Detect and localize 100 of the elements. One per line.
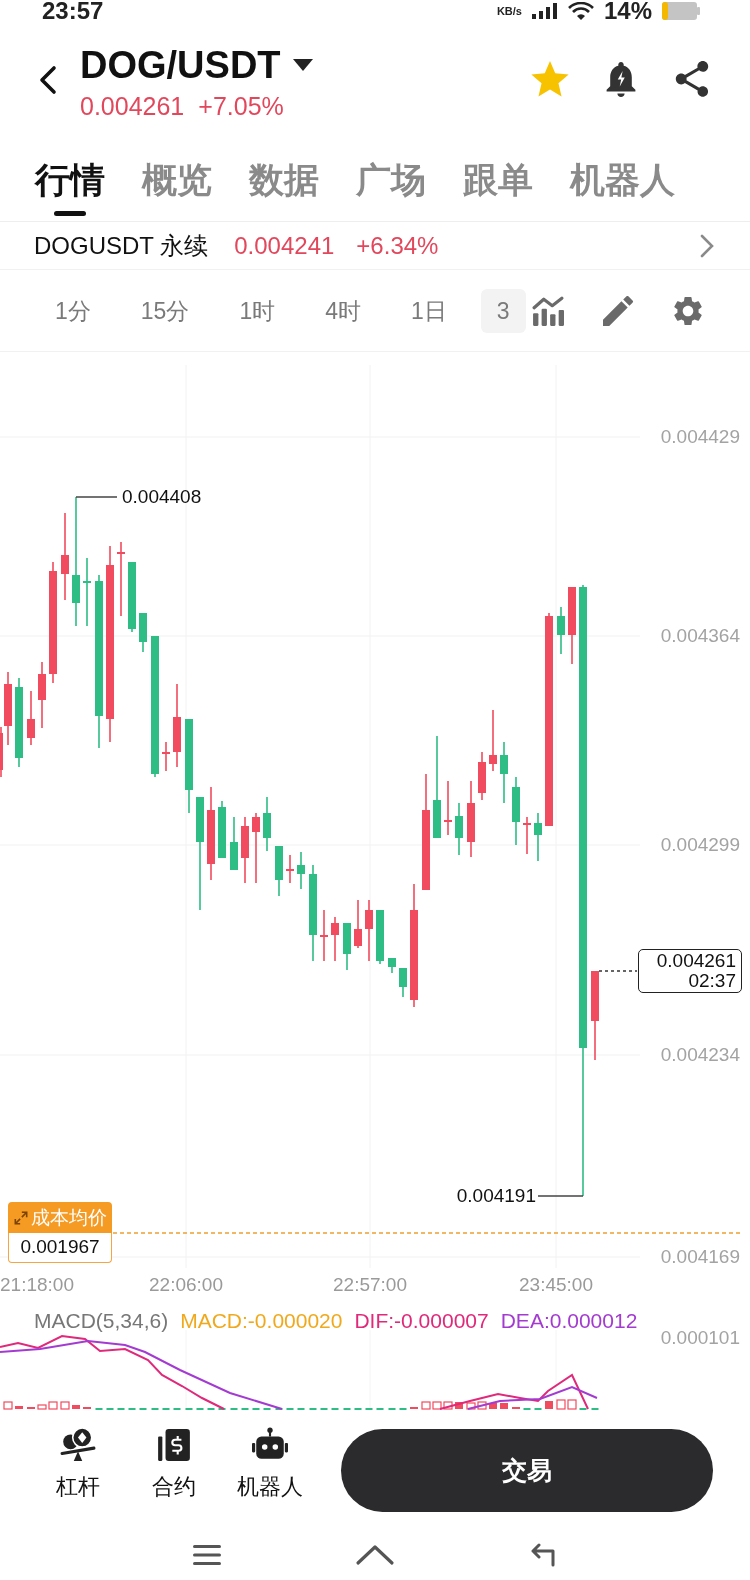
candlestick [388, 957, 396, 974]
candlestick [38, 661, 46, 729]
price-axis-label: 0.004234 [660, 1044, 740, 1066]
macd-histogram-bar [500, 1403, 508, 1409]
pair-title[interactable]: DOG/USDT [80, 43, 281, 87]
time-axis-label: 22:06:00 [149, 1274, 223, 1296]
candlestick [354, 899, 362, 949]
candlestick [263, 796, 271, 852]
tab[interactable]: 广场 [356, 158, 426, 216]
candlestick [230, 816, 238, 871]
candlestick [512, 776, 520, 846]
candlestick [489, 709, 497, 772]
seesaw-coin-icon[interactable] [60, 1427, 96, 1463]
macd-histogram-bar [455, 1402, 463, 1409]
interval-tab[interactable]: 4时 [309, 288, 377, 333]
wifi-icon [567, 2, 594, 20]
candlestick [500, 741, 508, 804]
candlestick [27, 690, 35, 746]
dollar-card-icon[interactable] [156, 1427, 192, 1463]
macd-scale-label: 0.000101 [660, 1327, 740, 1349]
price-change: +7.05% [198, 91, 284, 121]
macd-value: MACD:-0.000020 [180, 1309, 343, 1333]
nav-button[interactable]: 合约 [131, 1427, 217, 1500]
battery-icon [662, 2, 700, 20]
candlestick [320, 909, 328, 962]
macd-title: MACD(5,34,6) [34, 1309, 169, 1333]
tab[interactable]: 行情 [35, 158, 105, 216]
trade-button[interactable]: 交易 [341, 1429, 713, 1512]
candlestick [252, 812, 260, 884]
interval-tab[interactable]: 3 [480, 288, 526, 333]
home-chevron-icon[interactable] [355, 1543, 395, 1567]
perpetual-change: +6.34% [356, 230, 439, 261]
candlestick [478, 751, 486, 801]
cost-average-value: 0.001967 [8, 1233, 112, 1263]
interval-tab[interactable]: 15分 [124, 288, 206, 333]
macd-histogram-bar [545, 1401, 553, 1409]
macd-histogram-bar [72, 1405, 80, 1409]
candlestick [218, 800, 226, 859]
tab[interactable]: 机器人 [570, 158, 675, 216]
low-leader-line [537, 1195, 584, 1197]
settings-icon[interactable] [672, 295, 704, 326]
macd-value: DEA:0.000012 [500, 1309, 638, 1333]
tab[interactable]: 数据 [249, 158, 319, 216]
candlestick [275, 845, 283, 897]
signal-icon [531, 3, 558, 19]
candlestick [534, 812, 542, 862]
macd-histogram-bar [15, 1406, 23, 1409]
high-leader-line [75, 496, 118, 498]
price-axis-label: 0.004169 [660, 1246, 740, 1268]
back-icon[interactable] [38, 65, 58, 95]
price-axis-label: 0.004364 [660, 625, 740, 647]
cost-average-label: 成本均价 [30, 1206, 107, 1229]
candlestick [297, 851, 305, 890]
perpetual-name[interactable]: DOGUSDT 永续 [34, 230, 209, 261]
caret-down-icon[interactable] [292, 59, 313, 71]
interval-tab[interactable]: 1分 [39, 288, 107, 333]
tab[interactable]: 跟单 [463, 158, 533, 216]
candlestick [286, 854, 294, 884]
candlestick [399, 967, 407, 998]
candlestick [376, 909, 384, 965]
candlestick [455, 802, 463, 856]
chart-indicator-icon[interactable] [532, 295, 564, 326]
star-icon[interactable] [531, 61, 569, 97]
candlestick [128, 561, 136, 633]
high-price-label: 0.004408 [122, 486, 202, 508]
network-speed-unit: KB/s [496, 5, 522, 17]
tab[interactable]: 概览 [142, 158, 212, 216]
interval-tab[interactable]: 1日 [395, 288, 463, 333]
price-axis-label: 0.004299 [660, 834, 740, 856]
expand-icon[interactable] [13, 1210, 28, 1225]
candlestick [241, 816, 249, 884]
candlestick [343, 922, 351, 971]
candlestick [365, 899, 373, 962]
candlestick [83, 557, 91, 627]
last-price: 0.004261 [80, 91, 185, 121]
candlestick [139, 612, 147, 653]
candlestick [444, 780, 452, 836]
last-price-line [598, 970, 638, 972]
macd-histogram-bar [489, 1403, 497, 1409]
tag-price: 0.004261 [656, 951, 736, 971]
battery-percent: 14% [603, 0, 652, 22]
price-axis-label: 0.004429 [660, 426, 740, 448]
macd-value: DIF:-0.000007 [354, 1309, 489, 1333]
candlestick [162, 741, 170, 772]
candle-countdown: 02:37 [688, 971, 736, 991]
time-axis-label: 21:18:00 [0, 1274, 74, 1296]
chevron-right-icon[interactable] [700, 233, 714, 258]
share-icon[interactable] [673, 61, 711, 97]
candlestick [557, 606, 565, 655]
time-axis-label: 23:45:00 [519, 1274, 593, 1296]
status-time: 23:57 [42, 0, 104, 22]
candlestick [523, 816, 531, 855]
interval-tab[interactable]: 1时 [223, 288, 292, 333]
perpetual-price: 0.004241 [234, 230, 335, 261]
candlestick [331, 916, 339, 962]
nav-button[interactable]: 机器人 [227, 1427, 313, 1500]
nav-button[interactable]: 杠杆 [35, 1427, 121, 1500]
cost-average-header[interactable]: 成本均价 [8, 1202, 112, 1233]
pencil-icon[interactable] [602, 295, 634, 326]
low-price-label: 0.004191 [456, 1185, 536, 1207]
